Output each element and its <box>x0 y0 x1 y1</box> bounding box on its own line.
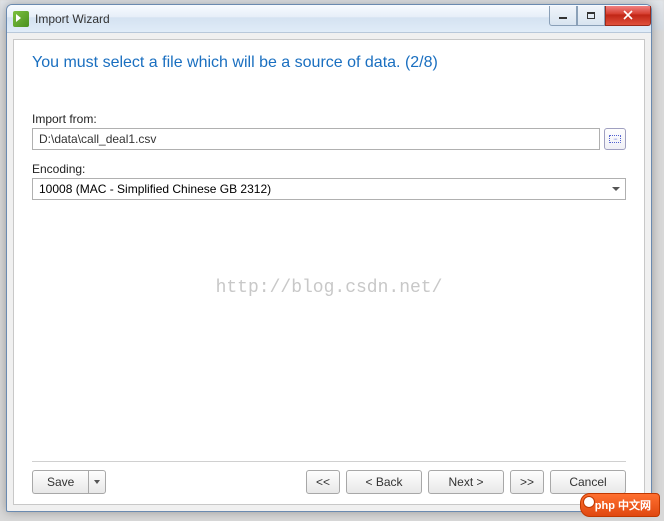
next-button[interactable]: Next > <box>428 470 504 494</box>
chevron-down-icon <box>94 480 100 484</box>
minimize-button[interactable] <box>549 6 577 26</box>
first-button[interactable]: << <box>306 470 340 494</box>
wizard-content: You must select a file which will be a s… <box>13 39 645 505</box>
close-icon <box>623 10 633 20</box>
close-button[interactable] <box>605 6 651 26</box>
watermark-text: http://blog.csdn.net/ <box>14 278 644 298</box>
step-heading: You must select a file which will be a s… <box>32 54 626 72</box>
encoding-label: Encoding: <box>32 162 626 176</box>
save-dropdown-button[interactable] <box>88 470 106 494</box>
import-from-input[interactable] <box>32 128 600 150</box>
cancel-button[interactable]: Cancel <box>550 470 626 494</box>
encoding-select[interactable] <box>32 178 626 200</box>
ellipsis-icon: ··· <box>609 135 621 143</box>
back-button[interactable]: < Back <box>346 470 422 494</box>
wizard-footer: Save << < Back Next > >> Cancel <box>32 461 626 494</box>
import-wizard-window: Import Wizard You must select a file whi… <box>6 4 652 512</box>
import-from-label: Import from: <box>32 112 626 126</box>
browse-button[interactable]: ··· <box>604 128 626 150</box>
site-badge: php 中文网 <box>580 493 660 517</box>
save-button[interactable]: Save <box>32 470 88 494</box>
maximize-button[interactable] <box>577 6 605 26</box>
app-icon <box>13 11 29 27</box>
window-title: Import Wizard <box>35 12 549 26</box>
last-button[interactable]: >> <box>510 470 544 494</box>
titlebar[interactable]: Import Wizard <box>7 5 651 33</box>
